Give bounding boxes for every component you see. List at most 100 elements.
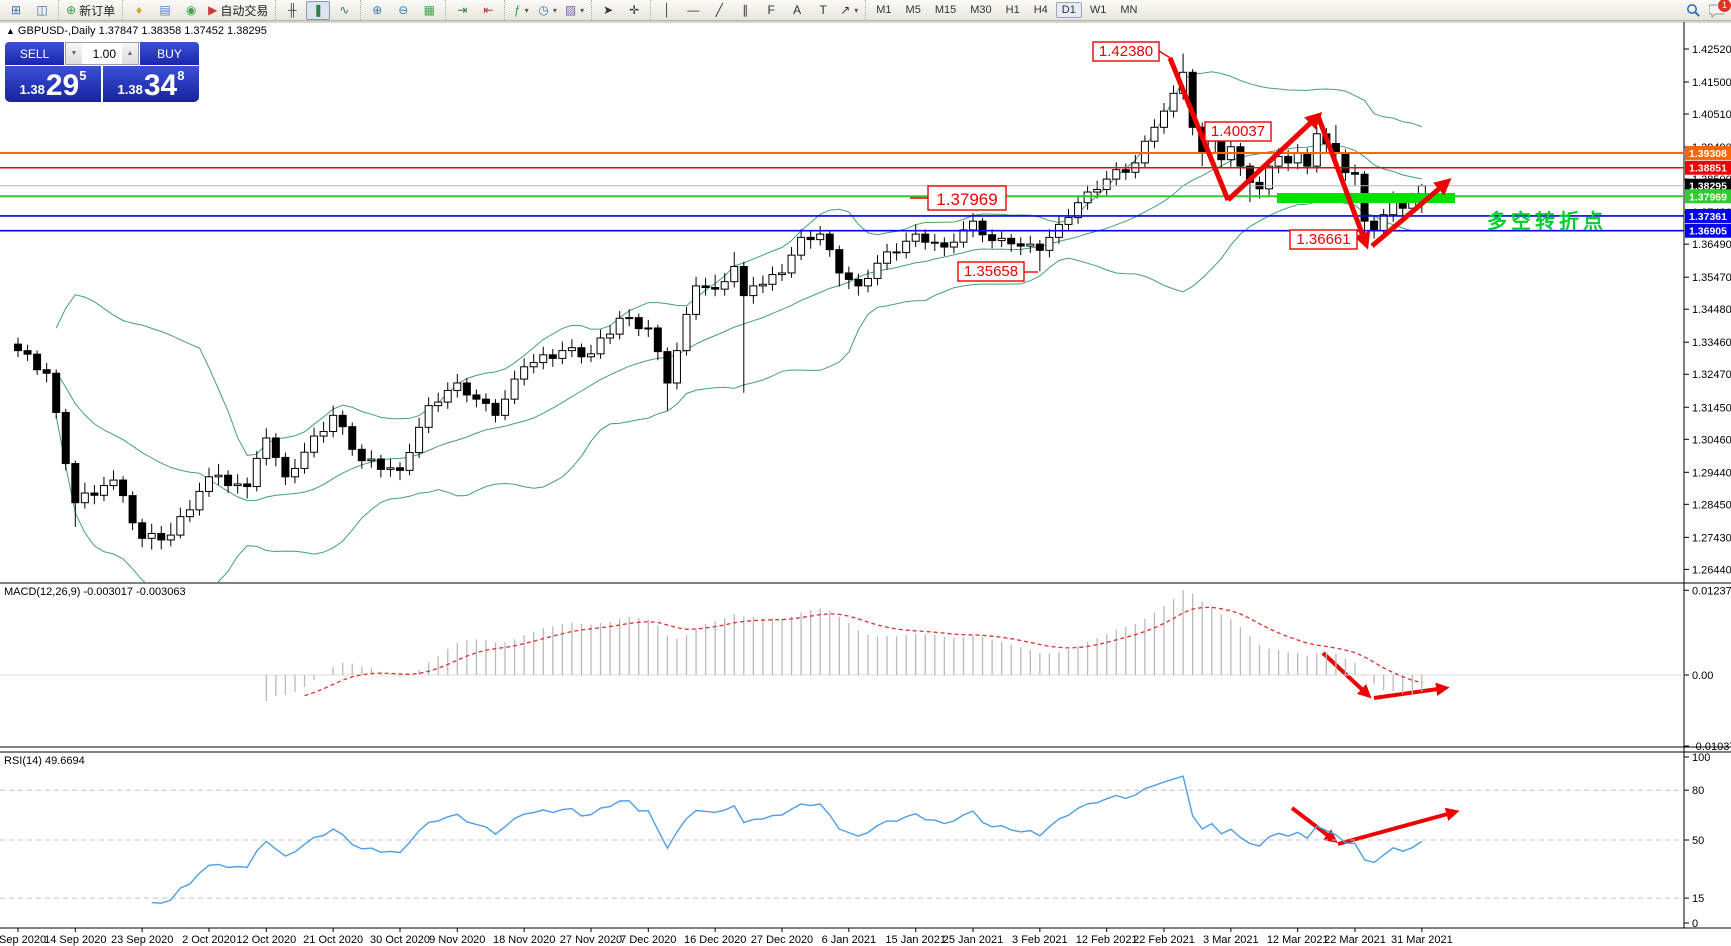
chart-shift-button[interactable]: ⇤ bbox=[476, 1, 500, 20]
templates-button[interactable]: ▨ ▾ bbox=[562, 1, 587, 20]
timeframe-button-d1[interactable]: D1 bbox=[1055, 2, 1082, 18]
new-order-button[interactable]: ⊕ 新订单 bbox=[63, 1, 118, 20]
candle bbox=[80, 492, 89, 504]
line-chart-button[interactable]: ∿ bbox=[332, 1, 356, 20]
candle bbox=[99, 485, 108, 496]
zoom-in-button-icon: ⊕ bbox=[372, 3, 383, 17]
timeframe-button-h1[interactable]: H1 bbox=[1000, 2, 1026, 18]
sell-button[interactable]: SELL bbox=[5, 42, 64, 65]
label-button[interactable]: T bbox=[811, 1, 835, 20]
candle bbox=[1312, 133, 1321, 167]
search-icon[interactable] bbox=[1686, 3, 1701, 18]
candle bbox=[1169, 92, 1178, 112]
candle bbox=[1102, 178, 1111, 190]
date-axis-label: 22 Feb 2021 bbox=[1133, 934, 1195, 946]
price-annotation-1.42380: 1.42380 bbox=[1092, 41, 1160, 62]
candle bbox=[758, 283, 767, 287]
arrows-button[interactable]: ↗ ▾ bbox=[837, 1, 861, 20]
bar-chart-button[interactable]: ╫ bbox=[280, 1, 304, 20]
chart-overview-button[interactable]: ◫ bbox=[30, 1, 54, 20]
zoom-out-button-icon: ⊖ bbox=[398, 3, 409, 17]
trendline-button[interactable]: ╱ bbox=[707, 1, 731, 20]
volume-increase-button[interactable]: ▲ bbox=[122, 43, 138, 64]
volume-input[interactable]: 1.00 bbox=[82, 43, 122, 64]
auto-scroll-button[interactable]: ⇥ bbox=[450, 1, 474, 20]
candle bbox=[672, 350, 681, 384]
candle bbox=[243, 483, 252, 488]
candle bbox=[396, 467, 404, 471]
sell-price-small: 1.38 bbox=[19, 82, 45, 97]
candle bbox=[1026, 243, 1035, 247]
main-price-pane bbox=[0, 53, 1684, 583]
cursor-button[interactable]: ➤ bbox=[596, 1, 620, 20]
candle bbox=[682, 313, 691, 352]
candle bbox=[797, 236, 806, 256]
vertical-line-button[interactable]: │ bbox=[655, 1, 679, 20]
data-window-button[interactable]: ▤ bbox=[153, 1, 177, 20]
market-watch-button[interactable]: ♦ bbox=[127, 1, 151, 20]
autotrading-button[interactable]: ▶ 自动交易 bbox=[205, 1, 271, 20]
crosshair-button[interactable]: ✛ bbox=[622, 1, 646, 20]
indicators-button[interactable]: ƒ ▾ bbox=[509, 1, 533, 20]
chart-symbol-header: ▲ GBPUSD-,Daily 1.37847 1.38358 1.37452 1… bbox=[6, 25, 267, 37]
signals-button-icon: ◉ bbox=[185, 3, 197, 17]
candlestick-chart-button[interactable]: ❚ bbox=[306, 0, 331, 20]
zoom-out-button[interactable]: ⊖ bbox=[391, 1, 415, 20]
toolbar-group: ⊞ ◫ bbox=[0, 0, 58, 20]
svg-text:1.40037: 1.40037 bbox=[1211, 123, 1265, 140]
timeframe-button-mn[interactable]: MN bbox=[1114, 2, 1143, 18]
candle bbox=[1007, 237, 1016, 245]
candle bbox=[911, 233, 920, 242]
timeframe-button-m30[interactable]: M30 bbox=[964, 2, 997, 18]
candle bbox=[663, 351, 672, 384]
candle bbox=[300, 451, 309, 469]
text-button[interactable]: A bbox=[785, 1, 809, 20]
candle bbox=[1370, 220, 1379, 232]
candle bbox=[749, 285, 758, 297]
timeframe-button-h4[interactable]: H4 bbox=[1028, 2, 1054, 18]
toolbar-group: ƒ ▾ ◷ ▾ ▨ ▾ bbox=[504, 0, 591, 20]
buy-price[interactable]: 1.38 34 8 bbox=[103, 66, 199, 102]
price-axis-tick: 1.30460 bbox=[1692, 434, 1731, 446]
candle bbox=[615, 317, 624, 335]
signals-button[interactable]: ◉ bbox=[179, 1, 203, 20]
timeframe-button-w1[interactable]: W1 bbox=[1084, 2, 1113, 18]
periods-button[interactable]: ◷ ▾ bbox=[535, 1, 560, 20]
new-chart-button[interactable]: ⊞ bbox=[4, 1, 28, 20]
buy-button[interactable]: BUY bbox=[140, 42, 199, 65]
chevron-down-icon: ▾ bbox=[524, 5, 529, 15]
candle bbox=[863, 277, 872, 287]
candle bbox=[166, 534, 175, 541]
horizontal-line-button[interactable]: — bbox=[681, 1, 705, 20]
candle bbox=[252, 457, 261, 488]
candle bbox=[415, 426, 424, 454]
timeframe-button-m1[interactable]: M1 bbox=[870, 2, 897, 18]
tile-windows-button[interactable]: ▦ bbox=[417, 1, 441, 20]
candle bbox=[491, 402, 500, 416]
candle bbox=[625, 317, 634, 320]
date-axis-label: 12 Feb 2021 bbox=[1076, 934, 1138, 946]
candle bbox=[453, 382, 462, 391]
zoom-in-button[interactable]: ⊕ bbox=[365, 1, 389, 20]
candle bbox=[386, 467, 395, 470]
chart-canvas[interactable]: 1.42380 1.40037 1.37969 1.35658 1.36661 多空转折点… bbox=[0, 20, 1731, 946]
timeframe-toolbar: M1 M5 M15 M30 H1 H4 D1 W1 MN bbox=[865, 0, 1147, 20]
new-order-button-icon: ⊕ bbox=[66, 3, 77, 17]
collapse-panel-icon[interactable]: ▲ bbox=[6, 26, 15, 36]
candle bbox=[816, 233, 825, 241]
notifications-icon[interactable]: 1 bbox=[1709, 0, 1731, 18]
fibonacci-button[interactable]: F bbox=[759, 1, 783, 20]
candle bbox=[587, 353, 595, 358]
candle bbox=[1160, 110, 1168, 128]
date-axis-label: 6 Jan 2021 bbox=[822, 934, 876, 946]
market-watch-button-icon: ♦ bbox=[136, 3, 143, 17]
price-axis-tick: 1.28450 bbox=[1692, 499, 1731, 511]
volume-decrease-button[interactable]: ▼ bbox=[66, 43, 82, 64]
candle bbox=[357, 448, 366, 462]
sell-price[interactable]: 1.38 29 5 bbox=[5, 66, 101, 102]
channel-button[interactable]: ∥ bbox=[733, 1, 757, 20]
candle bbox=[1035, 243, 1044, 251]
timeframe-button-m5[interactable]: M5 bbox=[900, 2, 927, 18]
svg-text:1.37969: 1.37969 bbox=[1689, 191, 1727, 203]
timeframe-button-m15[interactable]: M15 bbox=[929, 2, 962, 18]
